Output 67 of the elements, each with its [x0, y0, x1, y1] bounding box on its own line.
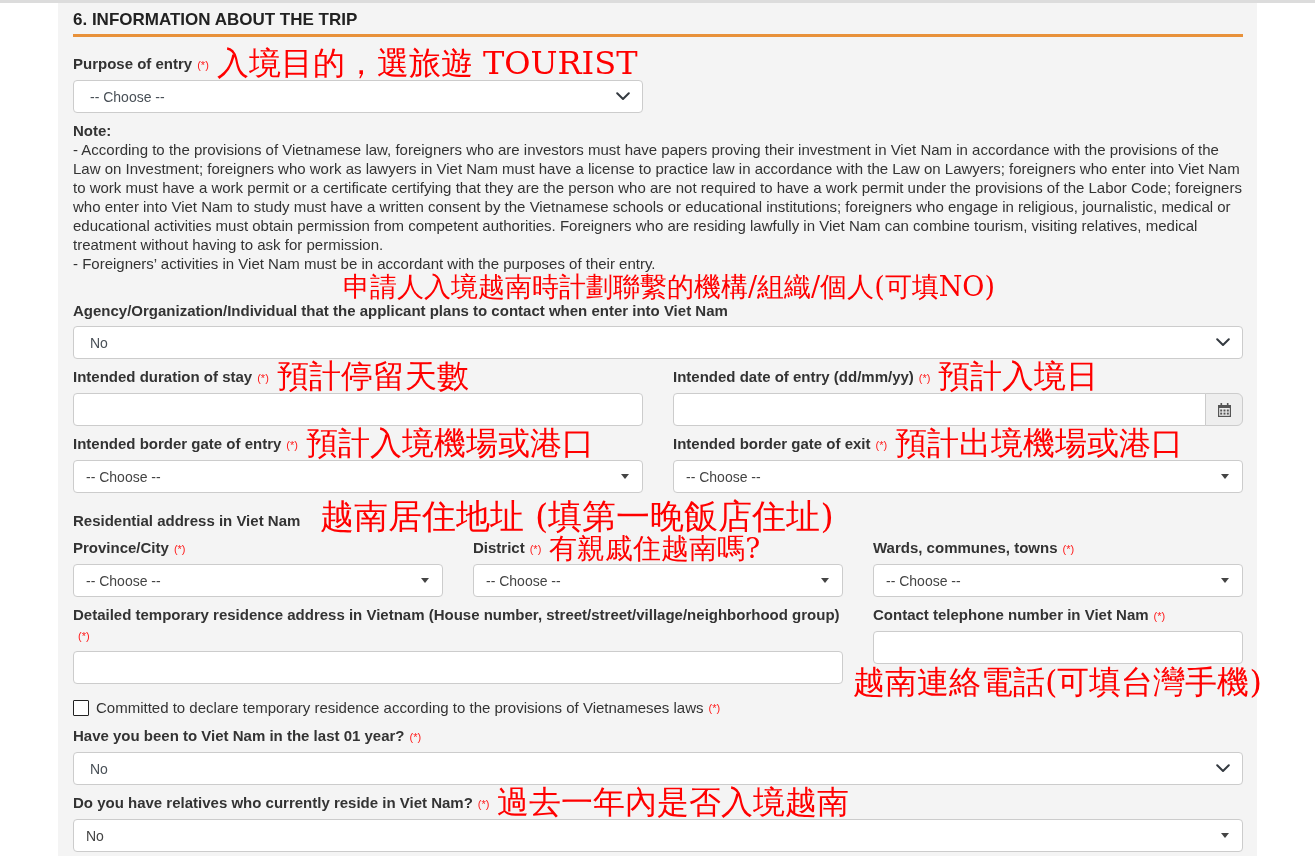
calendar-addon[interactable]	[1205, 393, 1243, 426]
required-mark: (*)	[477, 798, 490, 810]
chevron-down-icon	[1216, 338, 1230, 347]
annotation-text: 預計入境日	[938, 360, 1099, 392]
checkbox[interactable]	[73, 700, 89, 716]
dropdown-select[interactable]: -- Choose --	[873, 564, 1243, 597]
caret-down-icon	[821, 578, 829, 583]
caret-down-icon	[1221, 833, 1229, 838]
field-label: Intended duration of stay	[73, 368, 253, 385]
section-subtitle: Residential address in Viet Nam	[73, 512, 301, 529]
annotation-text: 入境目的，選旅遊 TOURIST	[216, 47, 638, 79]
field-label: Have you been to Viet Nam in the last 01 year?	[73, 727, 405, 744]
calendar-icon	[1217, 402, 1231, 417]
required-mark: (*)	[286, 439, 298, 451]
dropdown-select[interactable]: No	[73, 819, 1243, 852]
required-mark: (*)	[197, 59, 209, 71]
section-title: 6. INFORMATION ABOUT THE TRIP	[73, 11, 358, 29]
field-label: Province/City	[73, 539, 169, 556]
dropdown-select[interactable]: -- Choose --	[73, 80, 643, 113]
caret-down-icon	[1221, 578, 1229, 583]
required-mark: (*)	[257, 372, 269, 384]
required-mark: (*)	[918, 372, 931, 384]
field-label: Purpose of entry	[73, 55, 193, 72]
required-mark: (*)	[529, 543, 542, 555]
chevron-down-icon	[616, 92, 630, 101]
note-title: Note:	[73, 121, 112, 140]
annotation-text: 有親戚住越南嗎?	[549, 535, 761, 563]
field-label: Detailed temporary residence address in Vietnam (House number, street/street/village/neighborhood group)	[73, 606, 840, 623]
caret-down-icon	[621, 474, 629, 479]
field-label: Contact telephone number in Viet Nam	[873, 606, 1149, 623]
field-label: Intended border gate of entry	[73, 435, 282, 452]
checkbox-label: Committed to declare temporary residence according to the provisions of Vietnameses laws	[96, 698, 704, 718]
annotation-text: 越南居住地址 (填第一晚飯店住址)	[320, 499, 834, 533]
required-mark: (*)	[1153, 610, 1166, 622]
annotation-text: 預計出境機場或港口	[895, 427, 1184, 459]
required-mark: (*)	[875, 439, 888, 451]
dropdown-select[interactable]: No	[73, 326, 1243, 359]
required-mark: (*)	[1062, 543, 1075, 555]
required-mark: (*)	[78, 630, 90, 642]
field-label: Intended date of entry (dd/mm/yy)	[673, 368, 914, 385]
field-label: Agency/Organization/Individual that the applicant plans to contact when enter into Viet Nam	[73, 302, 728, 319]
field-label: Wards, communes, towns	[873, 539, 1058, 556]
required-mark: (*)	[708, 701, 721, 716]
required-mark: (*)	[173, 543, 186, 555]
text-input[interactable]	[73, 393, 643, 426]
caret-down-icon	[1221, 474, 1229, 479]
text-input[interactable]	[73, 651, 843, 684]
dropdown-select[interactable]: No	[73, 752, 1243, 785]
text-input[interactable]	[873, 631, 1243, 664]
dropdown-select[interactable]: -- Choose --	[673, 460, 1243, 493]
dropdown-select[interactable]: -- Choose --	[473, 564, 843, 597]
chevron-down-icon	[1216, 764, 1230, 773]
note-text: - According to the provisions of Vietnamese law, foreigners who are investors must have papers proving their investment in Viet Nam in accordance with the provisions of the Law on Investment; foreigners who work as lawyers in Viet Nam must have a license to practice law in accordance with the Law on Lawyers; foreigners who enter into Viet Nam to work must have a work permit or a certificate certifying that they are the person who are not required to have a work permit under the provisions of the Labor Code; foreigners who enter into Viet Nam to study must have a written consent by the Vietnamese schools or educational institutions; foreigners who engage in religious, journalistic, medical or educational activities must obtain permission from competent authorities. Foreigners who are residing lawfully in Viet Nam can combine tourism, visiting relatives, medical treatment without having to ask for permission.	[73, 140, 1243, 254]
dropdown-select[interactable]: -- Choose --	[73, 460, 643, 493]
field-label: District	[473, 539, 525, 556]
note-text: - Foreigners’ activities in Viet Nam must be in accordant with the purposes of their entry.	[73, 254, 656, 273]
field-label: Intended border gate of exit	[673, 435, 871, 452]
annotation-text: 預計停留天數	[276, 360, 469, 392]
annotation-text: 申請人入境越南時計劃聯繫的機構/組織/個人(可填NO)	[343, 273, 996, 301]
annotation-text: 越南連絡電話(可填台灣手機)	[853, 666, 1262, 698]
field-label: Do you have relatives who currently reside in Viet Nam?	[73, 794, 473, 811]
date-input[interactable]	[673, 393, 1206, 426]
required-mark: (*)	[409, 731, 422, 743]
caret-down-icon	[421, 578, 429, 583]
dropdown-select[interactable]: -- Choose --	[73, 564, 443, 597]
annotation-text: 過去一年內是否入境越南	[497, 786, 850, 818]
annotation-text: 預計入境機場或港口	[305, 427, 594, 459]
